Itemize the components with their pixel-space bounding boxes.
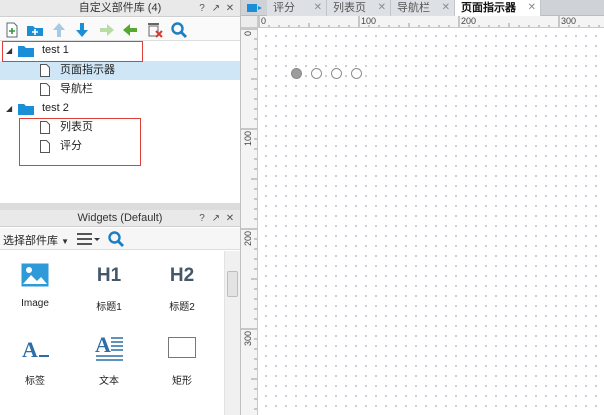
indicator-dot-active[interactable]	[291, 68, 302, 79]
tab-navbar[interactable]: 导航栏 ✕	[391, 0, 455, 16]
svg-text:A: A	[95, 334, 111, 357]
tab-close-icon[interactable]: ✕	[314, 0, 322, 16]
vertical-ruler: 0 100 200 300	[241, 28, 258, 415]
widget-heading-1[interactable]: H1 标题1	[79, 257, 139, 317]
page-tree: ◢ test 1 页面指示器 导航栏 ◢ test 2 列表页 评分	[0, 41, 240, 196]
undock-button[interactable]: ↗	[210, 210, 222, 227]
left-column: 自定义部件库 (4) ? ↗ ✕ ◢ test 1 页面指示器 导航栏 ◢ te…	[0, 0, 240, 415]
custom-library-title-bar: 自定义部件库 (4) ? ↗ ✕	[0, 0, 240, 17]
widget-text-paragraph[interactable]: A 文本	[79, 331, 139, 391]
design-canvas[interactable]	[259, 29, 604, 415]
text-icon: A	[95, 332, 125, 365]
custom-library-title: 自定义部件库 (4)	[78, 2, 162, 14]
widget-image[interactable]: Image	[5, 257, 65, 317]
h2-icon: H2	[169, 265, 195, 286]
widget-label: 标签	[25, 376, 45, 387]
indicator-dot[interactable]	[351, 68, 362, 79]
tab-label: 导航栏	[397, 2, 430, 14]
library-select-label: 选择部件库	[3, 235, 58, 247]
svg-text:A: A	[22, 337, 38, 362]
tree-folder-test-2[interactable]: ◢ test 2	[0, 99, 240, 118]
tab-close-icon[interactable]: ✕	[442, 0, 450, 16]
sitemap-icon[interactable]	[247, 2, 263, 17]
ruler-label: 0	[261, 16, 267, 26]
page-icon	[40, 64, 50, 77]
page-indicator-widget[interactable]	[291, 68, 363, 81]
widget-grid: Image H1 标题1 H2 标题2 A 标签 A 文本 矩形	[0, 251, 224, 415]
ruler-label: 200	[243, 231, 253, 247]
tab-label: 评分	[273, 2, 295, 14]
tab-label: 页面指示器	[461, 2, 516, 14]
rectangle-icon	[168, 337, 196, 362]
outdent-icon[interactable]	[121, 21, 139, 39]
horizontal-ruler: 0 100 200 300	[258, 16, 604, 28]
h1-icon: H1	[96, 265, 122, 286]
page-icon	[40, 83, 50, 96]
ruler-label: 0	[243, 31, 253, 37]
widget-rectangle[interactable]: 矩形	[152, 331, 212, 391]
page-tab-bar: 评分 ✕ 列表页 ✕ 导航栏 ✕ 页面指示器 ✕	[241, 0, 604, 16]
ruler-label: 300	[243, 331, 253, 347]
ruler-label: 100	[361, 16, 377, 26]
search-icon[interactable]	[170, 21, 188, 39]
scrollbar-thumb[interactable]	[227, 271, 238, 297]
widget-label: 文本	[99, 376, 119, 387]
widgets-scrollbar[interactable]	[224, 251, 240, 415]
add-page-icon[interactable]	[3, 21, 21, 39]
widgets-title: Widgets (Default)	[77, 212, 163, 224]
move-up-icon[interactable]	[50, 21, 68, 39]
widget-label: 标题2	[169, 302, 195, 313]
editor-area: 评分 ✕ 列表页 ✕ 导航栏 ✕ 页面指示器 ✕ 0 100 200 300 0…	[240, 0, 604, 415]
menu-icon[interactable]	[76, 232, 100, 249]
highlight-box-test-2-pages	[19, 118, 141, 166]
tree-label: 导航栏	[60, 83, 93, 95]
add-folder-icon[interactable]	[26, 21, 44, 39]
tree-label: test 2	[42, 102, 69, 114]
ruler-label: 200	[461, 16, 477, 26]
ruler-label: 300	[561, 16, 577, 26]
move-down-icon[interactable]	[73, 21, 91, 39]
chevron-down-icon: ▼	[61, 237, 69, 246]
tab-page-indicator[interactable]: 页面指示器 ✕	[455, 0, 541, 16]
widget-label: 标题1	[96, 302, 122, 313]
label-icon: A	[22, 337, 50, 366]
tab-close-icon[interactable]: ✕	[378, 0, 386, 16]
widgets-toolbar: 选择部件库 ▼	[0, 228, 240, 250]
close-pane-button[interactable]: ✕	[224, 210, 236, 227]
search-icon[interactable]	[107, 230, 125, 251]
help-button[interactable]: ?	[196, 0, 208, 17]
delete-page-icon[interactable]	[146, 21, 164, 39]
folder-icon	[18, 103, 34, 115]
indicator-dot[interactable]	[311, 68, 322, 79]
widget-label-text[interactable]: A 标签	[5, 331, 65, 391]
collapse-toggle-icon[interactable]: ◢	[6, 99, 15, 118]
help-button[interactable]: ?	[196, 210, 208, 227]
widgets-title-bar: Widgets (Default) ? ↗ ✕	[0, 210, 240, 227]
undock-button[interactable]: ↗	[210, 0, 222, 17]
library-select-dropdown[interactable]: 选择部件库 ▼	[3, 232, 69, 248]
tab-label: 列表页	[333, 2, 366, 14]
tree-page-navbar[interactable]: 导航栏	[0, 80, 240, 99]
tab-list-page[interactable]: 列表页 ✕	[327, 0, 391, 16]
widget-heading-2[interactable]: H2 标题2	[152, 257, 212, 317]
widget-label: Image	[21, 298, 49, 309]
ruler-label: 100	[243, 131, 253, 147]
custom-library-toolbar	[0, 18, 240, 41]
widget-label: 矩形	[172, 376, 192, 387]
ruler-corner	[241, 16, 258, 28]
tab-rating[interactable]: 评分 ✕	[267, 0, 327, 16]
indicator-dot[interactable]	[331, 68, 342, 79]
tree-label: 页面指示器	[60, 64, 115, 76]
close-pane-button[interactable]: ✕	[224, 0, 236, 17]
highlight-box-test-1	[2, 41, 143, 62]
tab-close-icon[interactable]: ✕	[528, 0, 536, 16]
tree-page-page-indicator[interactable]: 页面指示器	[0, 61, 240, 80]
indent-icon[interactable]	[98, 21, 116, 39]
image-icon	[21, 263, 49, 290]
